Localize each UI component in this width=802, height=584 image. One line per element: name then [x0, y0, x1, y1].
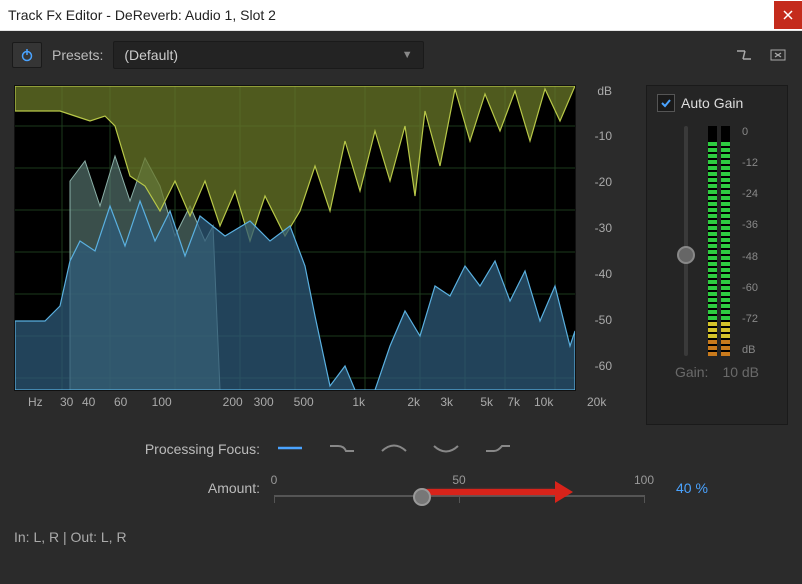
close-button[interactable] — [774, 1, 802, 29]
spectrum-graph-wrap: dB -10 -20 -30 -40 -50 -60 — [14, 85, 632, 391]
spectrum-graph[interactable] — [14, 85, 576, 391]
power-icon — [20, 48, 34, 62]
ytick: -10 — [595, 129, 618, 143]
window-title: Track Fx Editor - DeReverb: Audio 1, Slo… — [8, 7, 276, 23]
meter-tick: -12 — [742, 157, 758, 169]
xtick: 500 — [294, 395, 314, 409]
spectrum-svg — [15, 86, 575, 390]
xtick: 10k — [534, 395, 553, 409]
gain-label: Gain: — [675, 364, 708, 380]
focus-bell-button[interactable] — [378, 439, 410, 457]
xtick: 1k — [352, 395, 365, 409]
meter-tick: -24 — [742, 188, 758, 200]
curve-bell-icon — [380, 442, 408, 454]
delete-icon — [770, 48, 786, 62]
curve-flat-icon — [276, 442, 304, 454]
y-unit: dB — [597, 84, 618, 98]
output-meter — [708, 126, 730, 356]
amount-mid: 50 — [452, 473, 465, 487]
amount-slider-knob[interactable] — [413, 488, 431, 506]
meter-bar-right — [721, 126, 730, 356]
chevron-down-icon: ▼ — [402, 49, 413, 61]
meter-tick: dB — [742, 344, 758, 356]
auto-gain-label: Auto Gain — [681, 95, 743, 111]
gain-value[interactable]: 10 dB — [722, 364, 759, 380]
focus-lowshelf-button[interactable] — [326, 439, 358, 457]
meter-tick: 0 — [742, 126, 758, 138]
xtick: 100 — [152, 395, 172, 409]
gain-panel: Auto Gain 0 -12 -24 -36 -48 -60 — [646, 85, 788, 425]
amount-readout[interactable]: 40 % — [676, 480, 708, 496]
xtick: 20k — [587, 395, 606, 409]
meter-tick: -60 — [742, 282, 758, 294]
auto-gain-checkbox[interactable] — [657, 94, 675, 112]
focus-highshelf-button[interactable] — [482, 439, 514, 457]
delete-preset-button[interactable] — [766, 43, 790, 67]
ytick: -60 — [595, 359, 618, 373]
check-icon — [660, 97, 672, 109]
preset-dropdown[interactable]: (Default) ▼ — [113, 41, 423, 69]
ytick: -50 — [595, 313, 618, 327]
route-icon — [736, 48, 752, 62]
ytick: -40 — [595, 267, 618, 281]
meter-bar-left — [708, 126, 717, 356]
x-unit: Hz — [28, 395, 43, 411]
amount-label: Amount: — [120, 480, 260, 496]
annotation-arrow — [426, 489, 556, 495]
io-status: In: L, R | Out: L, R — [0, 525, 802, 555]
meter-tick: -48 — [742, 251, 758, 263]
xtick: 30 — [60, 395, 73, 409]
meter-tick: -36 — [742, 219, 758, 231]
xtick: 2k — [407, 395, 420, 409]
power-button[interactable] — [12, 42, 42, 68]
window-titlebar: Track Fx Editor - DeReverb: Audio 1, Slo… — [0, 0, 802, 31]
ytick: -20 — [595, 175, 618, 189]
amount-slider[interactable]: 0 50 100 — [274, 473, 644, 503]
xtick: 200 — [223, 395, 243, 409]
route-icon-button[interactable] — [732, 43, 756, 67]
gain-slider[interactable] — [676, 126, 696, 356]
graph-y-axis: dB -10 -20 -30 -40 -50 -60 — [576, 85, 618, 391]
focus-notch-button[interactable] — [430, 439, 462, 457]
xtick: 300 — [254, 395, 274, 409]
curve-lowshelf-icon — [328, 442, 356, 454]
amount-min: 0 — [271, 473, 278, 487]
xtick: 40 — [82, 395, 95, 409]
plugin-topbar: Presets: (Default) ▼ — [0, 31, 802, 77]
presets-label: Presets: — [52, 47, 103, 63]
focus-label: Processing Focus: — [120, 441, 260, 457]
controls-area: Processing Focus: Amount — [0, 425, 802, 525]
ytick: -30 — [595, 221, 618, 235]
graph-x-axis: Hz 30 40 60 100 200 300 500 1k 2k 3k 5k … — [14, 391, 632, 411]
gain-slider-knob[interactable] — [677, 246, 695, 264]
xtick: 60 — [114, 395, 127, 409]
preset-selected: (Default) — [124, 47, 178, 63]
focus-flat-button[interactable] — [274, 439, 306, 459]
amount-max: 100 — [634, 473, 654, 487]
curve-notch-icon — [432, 442, 460, 454]
curve-highshelf-icon — [484, 442, 512, 454]
meter-scale: 0 -12 -24 -36 -48 -60 -72 dB — [742, 126, 758, 356]
main-area: dB -10 -20 -30 -40 -50 -60 Hz 30 40 60 1… — [0, 77, 802, 425]
annotation-arrow-head — [555, 481, 573, 503]
plugin-panel: Presets: (Default) ▼ — [0, 31, 802, 584]
meter-tick: -72 — [742, 313, 758, 325]
xtick: 5k — [480, 395, 493, 409]
xtick: 7k — [507, 395, 520, 409]
close-icon — [783, 10, 793, 20]
xtick: 3k — [440, 395, 453, 409]
